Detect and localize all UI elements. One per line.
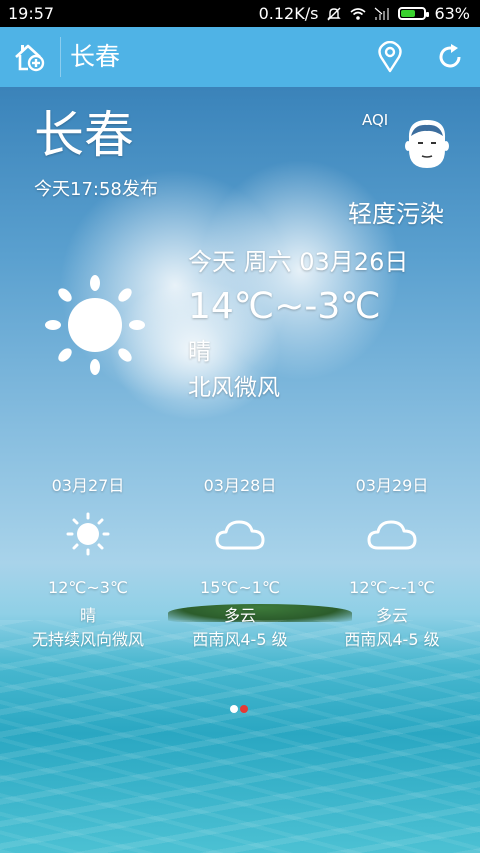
forecast-condition: 多云 (223, 606, 256, 625)
network-speed: 0.12K/s (258, 4, 319, 23)
current-condition: 晴 (188, 339, 211, 365)
battery-fill (401, 10, 416, 17)
forecast-temperature: 15℃~1℃ (200, 578, 280, 597)
mute-icon (327, 7, 342, 20)
cloud-icon (367, 520, 417, 550)
forecast-date: 03月29日 (355, 476, 429, 495)
cloud-icon (215, 520, 265, 550)
refresh-button[interactable] (422, 27, 478, 87)
aqi-label: AQI (362, 111, 389, 129)
forecast-condition: 晴 (79, 606, 96, 625)
status-bar: 19:57 0.12K/s 63% (0, 0, 480, 27)
header-city-title: 长春 (70, 42, 121, 71)
wifi-icon (350, 7, 366, 20)
locate-button[interactable] (362, 27, 418, 87)
forecast-day: 03月28日 15℃~1℃ 多云 西南风4-5 级 (152, 468, 328, 658)
status-time: 19:57 (8, 4, 55, 23)
battery-percent: 63% (434, 4, 470, 23)
battery-icon (398, 7, 430, 20)
page-dot[interactable] (230, 705, 238, 713)
add-home-icon (15, 44, 45, 72)
current-wind: 北风微风 (188, 375, 280, 401)
refresh-icon (439, 44, 461, 68)
signal-icon (375, 7, 390, 20)
forecast-wind: 西南风4-5 级 (192, 630, 288, 649)
forecast-day: 03月27日 12℃~3℃ 晴 无持续风向微风 (0, 468, 176, 658)
weather-screen: 19:57 0.12K/s 63% 长春 长春 今天17:58发布 AQI 轻度… (0, 0, 480, 853)
face-mask-avatar-icon[interactable] (404, 116, 450, 172)
forecast-condition: 多云 (375, 606, 408, 625)
sun-icon (45, 275, 145, 375)
forecast-wind: 无持续风向微风 (31, 630, 144, 649)
city-name: 长春 (34, 106, 134, 164)
current-temperature: 14℃~-3℃ (188, 286, 381, 327)
forecast-day: 03月29日 12℃~-1℃ 多云 西南风4-5 级 (304, 468, 480, 658)
forecast-temperature: 12℃~3℃ (48, 578, 128, 597)
header-divider (60, 37, 61, 77)
forecast-wind: 西南风4-5 级 (344, 630, 440, 649)
forecast-date: 03月27日 (51, 476, 125, 495)
current-date: 今天 周六 03月26日 (188, 248, 409, 276)
page-indicator[interactable] (228, 704, 252, 714)
page-dot-active[interactable] (240, 705, 248, 713)
aqi-level: 轻度污染 (348, 200, 444, 228)
forecast-temperature: 12℃~-1℃ (349, 578, 435, 597)
forecast-date: 03月28日 (203, 476, 277, 495)
publish-time: 今天17:58发布 (34, 179, 158, 200)
location-pin-icon (378, 41, 402, 73)
add-city-button[interactable] (2, 27, 58, 87)
app-header: 长春 (0, 27, 480, 87)
sun-icon (66, 512, 110, 556)
